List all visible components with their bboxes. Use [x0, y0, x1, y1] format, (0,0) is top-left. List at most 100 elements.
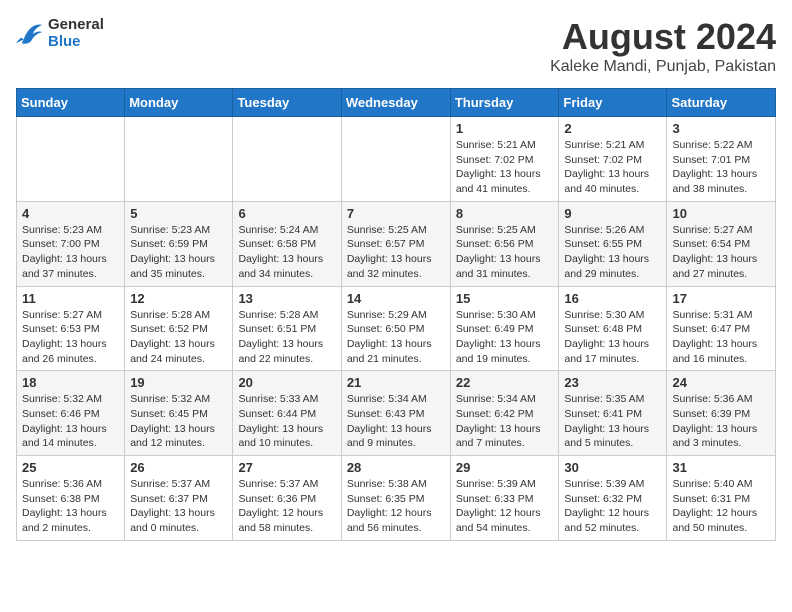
day-number: 19 — [130, 375, 227, 390]
day-info: Sunrise: 5:27 AM Sunset: 6:54 PM Dayligh… — [672, 223, 770, 282]
calendar-cell: 14Sunrise: 5:29 AM Sunset: 6:50 PM Dayli… — [341, 286, 450, 371]
day-info: Sunrise: 5:27 AM Sunset: 6:53 PM Dayligh… — [22, 308, 119, 367]
title-block: August 2024 Kaleke Mandi, Punjab, Pakist… — [550, 16, 776, 76]
page-header: General Blue August 2024 Kaleke Mandi, P… — [16, 16, 776, 76]
calendar-cell: 8 Sunrise: 5:25 AM Sunset: 6:56 PM Daylig… — [450, 201, 559, 286]
calendar-week: 18 Sunrise: 5:32 AM Sunset: 6:46 PM Dayli… — [17, 371, 776, 456]
day-info: Sunrise: 5:30 AM Sunset: 6:49 PM Dayligh… — [456, 308, 554, 367]
day-info: Sunrise: 5:36 AM Sunset: 6:38 PM Dayligh… — [22, 477, 119, 536]
weekday-header: Saturday — [667, 89, 776, 117]
day-number: 29 — [456, 460, 554, 475]
day-number: 22 — [456, 375, 554, 390]
day-number: 1 — [456, 121, 554, 136]
day-number: 11 — [22, 291, 119, 306]
weekday-header: Monday — [125, 89, 233, 117]
day-number: 21 — [347, 375, 445, 390]
day-number: 28 — [347, 460, 445, 475]
day-number: 15 — [456, 291, 554, 306]
calendar-cell: 22 Sunrise: 5:34 AM Sunset: 6:42 PM Dayli… — [450, 371, 559, 456]
day-number: 4 — [22, 206, 119, 221]
weekday-header: Sunday — [17, 89, 125, 117]
day-number: 18 — [22, 375, 119, 390]
day-info: Sunrise: 5:30 AM Sunset: 6:48 PM Dayligh… — [564, 308, 661, 367]
calendar-cell: 17 Sunrise: 5:31 AM Sunset: 6:47 PM Dayli… — [667, 286, 776, 371]
calendar-cell: 20 Sunrise: 5:33 AM Sunset: 6:44 PM Dayli… — [233, 371, 341, 456]
day-info: Sunrise: 5:40 AM Sunset: 6:31 PM Dayligh… — [672, 477, 770, 536]
day-info: Sunrise: 5:32 AM Sunset: 6:46 PM Dayligh… — [22, 392, 119, 451]
calendar-cell — [125, 117, 233, 202]
day-number: 25 — [22, 460, 119, 475]
day-number: 9 — [564, 206, 661, 221]
calendar-cell: 12 Sunrise: 5:28 AM Sunset: 6:52 PM Dayli… — [125, 286, 233, 371]
day-info: Sunrise: 5:24 AM Sunset: 6:58 PM Dayligh… — [238, 223, 335, 282]
day-number: 30 — [564, 460, 661, 475]
day-number: 7 — [347, 206, 445, 221]
day-number: 27 — [238, 460, 335, 475]
calendar-cell: 27 Sunrise: 5:37 AM Sunset: 6:36 PM Dayli… — [233, 456, 341, 541]
calendar-cell: 7 Sunrise: 5:25 AM Sunset: 6:57 PM Daylig… — [341, 201, 450, 286]
calendar-cell: 15 Sunrise: 5:30 AM Sunset: 6:49 PM Dayli… — [450, 286, 559, 371]
day-info: Sunrise: 5:28 AM Sunset: 6:51 PM Dayligh… — [238, 308, 335, 367]
day-number: 10 — [672, 206, 770, 221]
calendar-cell: 21 Sunrise: 5:34 AM Sunset: 6:43 PM Dayli… — [341, 371, 450, 456]
calendar-week: 11 Sunrise: 5:27 AM Sunset: 6:53 PM Dayli… — [17, 286, 776, 371]
calendar-cell: 31 Sunrise: 5:40 AM Sunset: 6:31 PM Dayli… — [667, 456, 776, 541]
calendar-cell: 2 Sunrise: 5:21 AM Sunset: 7:02 PM Daylig… — [559, 117, 667, 202]
day-info: Sunrise: 5:23 AM Sunset: 7:00 PM Dayligh… — [22, 223, 119, 282]
calendar-cell: 24 Sunrise: 5:36 AM Sunset: 6:39 PM Dayli… — [667, 371, 776, 456]
day-info: Sunrise: 5:39 AM Sunset: 6:33 PM Dayligh… — [456, 477, 554, 536]
weekday-header: Friday — [559, 89, 667, 117]
day-number: 2 — [564, 121, 661, 136]
day-info: Sunrise: 5:38 AM Sunset: 6:35 PM Dayligh… — [347, 477, 445, 536]
day-info: Sunrise: 5:22 AM Sunset: 7:01 PM Dayligh… — [672, 138, 770, 197]
calendar-cell: 18 Sunrise: 5:32 AM Sunset: 6:46 PM Dayli… — [17, 371, 125, 456]
calendar-week: 25 Sunrise: 5:36 AM Sunset: 6:38 PM Dayli… — [17, 456, 776, 541]
day-number: 6 — [238, 206, 335, 221]
calendar-cell: 19 Sunrise: 5:32 AM Sunset: 6:45 PM Dayli… — [125, 371, 233, 456]
day-info: Sunrise: 5:37 AM Sunset: 6:36 PM Dayligh… — [238, 477, 335, 536]
calendar-cell: 3 Sunrise: 5:22 AM Sunset: 7:01 PM Daylig… — [667, 117, 776, 202]
calendar-cell: 13Sunrise: 5:28 AM Sunset: 6:51 PM Dayli… — [233, 286, 341, 371]
day-number: 8 — [456, 206, 554, 221]
calendar-cell: 23Sunrise: 5:35 AM Sunset: 6:41 PM Dayli… — [559, 371, 667, 456]
calendar-cell — [233, 117, 341, 202]
calendar-header: SundayMondayTuesdayWednesdayThursdayFrid… — [17, 89, 776, 117]
day-info: Sunrise: 5:23 AM Sunset: 6:59 PM Dayligh… — [130, 223, 227, 282]
calendar-cell: 5Sunrise: 5:23 AM Sunset: 6:59 PM Daylig… — [125, 201, 233, 286]
day-number: 3 — [672, 121, 770, 136]
day-number: 24 — [672, 375, 770, 390]
day-info: Sunrise: 5:26 AM Sunset: 6:55 PM Dayligh… — [564, 223, 661, 282]
day-info: Sunrise: 5:33 AM Sunset: 6:44 PM Dayligh… — [238, 392, 335, 451]
day-info: Sunrise: 5:31 AM Sunset: 6:47 PM Dayligh… — [672, 308, 770, 367]
calendar-cell: 6 Sunrise: 5:24 AM Sunset: 6:58 PM Daylig… — [233, 201, 341, 286]
day-info: Sunrise: 5:28 AM Sunset: 6:52 PM Dayligh… — [130, 308, 227, 367]
calendar-cell: 30 Sunrise: 5:39 AM Sunset: 6:32 PM Dayli… — [559, 456, 667, 541]
calendar-table: SundayMondayTuesdayWednesdayThursdayFrid… — [16, 88, 776, 541]
day-info: Sunrise: 5:39 AM Sunset: 6:32 PM Dayligh… — [564, 477, 661, 536]
day-number: 31 — [672, 460, 770, 475]
calendar-cell: 4 Sunrise: 5:23 AM Sunset: 7:00 PM Daylig… — [17, 201, 125, 286]
day-info: Sunrise: 5:21 AM Sunset: 7:02 PM Dayligh… — [564, 138, 661, 197]
day-number: 20 — [238, 375, 335, 390]
day-number: 12 — [130, 291, 227, 306]
day-info: Sunrise: 5:34 AM Sunset: 6:43 PM Dayligh… — [347, 392, 445, 451]
day-info: Sunrise: 5:32 AM Sunset: 6:45 PM Dayligh… — [130, 392, 227, 451]
day-info: Sunrise: 5:25 AM Sunset: 6:57 PM Dayligh… — [347, 223, 445, 282]
day-info: Sunrise: 5:37 AM Sunset: 6:37 PM Dayligh… — [130, 477, 227, 536]
day-number: 17 — [672, 291, 770, 306]
logo-icon — [16, 21, 44, 45]
calendar-cell: 26 Sunrise: 5:37 AM Sunset: 6:37 PM Dayli… — [125, 456, 233, 541]
calendar-cell: 11 Sunrise: 5:27 AM Sunset: 6:53 PM Dayli… — [17, 286, 125, 371]
day-info: Sunrise: 5:21 AM Sunset: 7:02 PM Dayligh… — [456, 138, 554, 197]
weekday-header: Wednesday — [341, 89, 450, 117]
day-info: Sunrise: 5:36 AM Sunset: 6:39 PM Dayligh… — [672, 392, 770, 451]
weekday-header: Thursday — [450, 89, 559, 117]
calendar-week: 4 Sunrise: 5:23 AM Sunset: 7:00 PM Daylig… — [17, 201, 776, 286]
day-number: 26 — [130, 460, 227, 475]
day-info: Sunrise: 5:35 AM Sunset: 6:41 PM Dayligh… — [564, 392, 661, 451]
logo-text: General Blue — [48, 16, 104, 50]
day-info: Sunrise: 5:34 AM Sunset: 6:42 PM Dayligh… — [456, 392, 554, 451]
calendar-cell: 29 Sunrise: 5:39 AM Sunset: 6:33 PM Dayli… — [450, 456, 559, 541]
day-info: Sunrise: 5:25 AM Sunset: 6:56 PM Dayligh… — [456, 223, 554, 282]
logo: General Blue — [16, 16, 104, 50]
